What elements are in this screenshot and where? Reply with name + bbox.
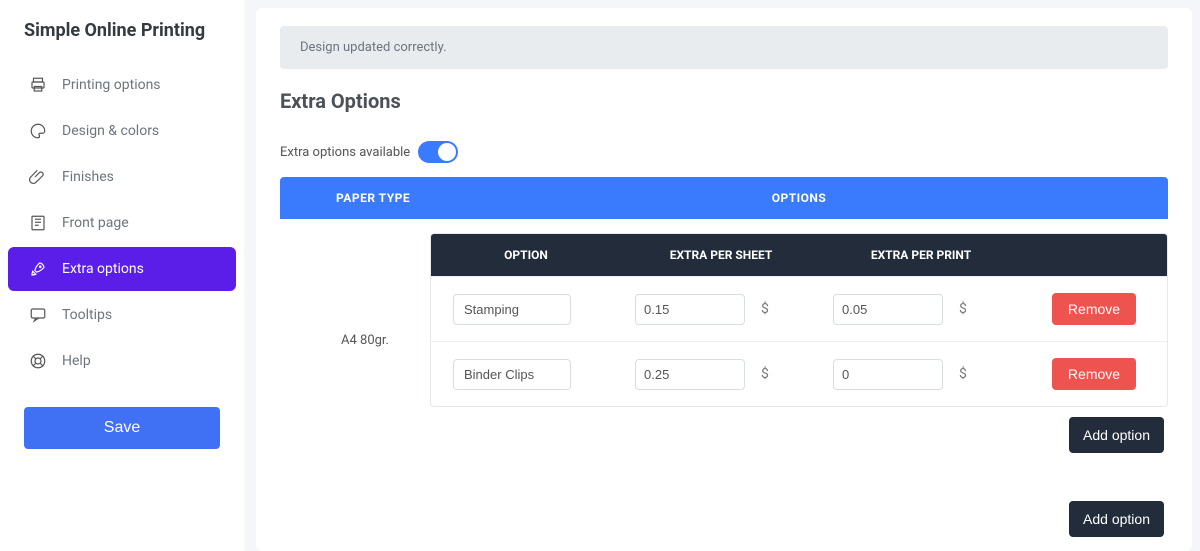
sidebar-item-label: Extra options <box>62 261 144 277</box>
currency-symbol: $ <box>761 366 769 382</box>
option-name-input[interactable] <box>453 294 571 325</box>
page-title: Extra Options <box>280 89 1168 113</box>
header-paper-type: PAPER TYPE <box>280 191 430 205</box>
sidebar-item-extra-options[interactable]: Extra options <box>8 247 236 291</box>
sidebar-item-front-page[interactable]: Front page <box>8 201 236 245</box>
sidebar-item-design-colors[interactable]: Design & colors <box>8 109 236 153</box>
sidebar-item-printing-options[interactable]: Printing options <box>8 63 236 107</box>
sidebar: Simple Online Printing Printing options … <box>0 0 244 551</box>
table-row: $ $ Remove <box>431 276 1167 341</box>
sidebar-item-label: Printing options <box>62 77 161 93</box>
save-button[interactable]: Save <box>24 407 220 449</box>
remove-button[interactable]: Remove <box>1052 358 1136 390</box>
paperclip-icon <box>28 167 48 187</box>
sidebar-item-label: Help <box>62 353 91 369</box>
status-alert: Design updated correctly. <box>280 26 1168 69</box>
chat-icon <box>28 305 48 325</box>
header-extra-per-sheet: EXTRA PER SHEET <box>621 248 821 262</box>
currency-symbol: $ <box>959 366 967 382</box>
option-name-input[interactable] <box>453 359 571 390</box>
header-option: OPTION <box>431 248 621 262</box>
brand-title: Simple Online Printing <box>0 20 244 55</box>
help-icon <box>28 351 48 371</box>
currency-symbol: $ <box>761 301 769 317</box>
printer-icon <box>28 75 48 95</box>
inner-table-header: OPTION EXTRA PER SHEET EXTRA PER PRINT <box>431 234 1167 276</box>
sidebar-item-finishes[interactable]: Finishes <box>8 155 236 199</box>
main-panel: Design updated correctly. Extra Options … <box>256 8 1192 551</box>
outer-table-header: PAPER TYPE OPTIONS <box>280 177 1168 219</box>
per-sheet-input[interactable] <box>635 294 745 325</box>
sidebar-item-label: Tooltips <box>62 307 112 323</box>
currency-symbol: $ <box>959 301 967 317</box>
options-table: OPTION EXTRA PER SHEET EXTRA PER PRINT $ <box>430 233 1168 407</box>
sidebar-item-label: Design & colors <box>62 123 159 139</box>
per-print-input[interactable] <box>833 359 943 390</box>
add-option-button[interactable]: Add option <box>1069 417 1164 453</box>
toggle-row: Extra options available <box>280 141 1168 163</box>
sidebar-item-help[interactable]: Help <box>8 339 236 383</box>
sidebar-item-tooltips[interactable]: Tooltips <box>8 293 236 337</box>
sidebar-item-label: Finishes <box>62 169 114 185</box>
extra-options-toggle[interactable] <box>418 141 458 163</box>
add-option-button-global[interactable]: Add option <box>1069 501 1164 537</box>
nav-list: Printing options Design & colors Finishe… <box>0 55 244 391</box>
paper-type-cell: A4 80gr. <box>280 219 430 461</box>
remove-button[interactable]: Remove <box>1052 293 1136 325</box>
per-sheet-input[interactable] <box>635 359 745 390</box>
per-print-input[interactable] <box>833 294 943 325</box>
toggle-label: Extra options available <box>280 145 410 160</box>
palette-icon <box>28 121 48 141</box>
rocket-icon <box>28 259 48 279</box>
header-extra-per-print: EXTRA PER PRINT <box>821 248 1021 262</box>
page-icon <box>28 213 48 233</box>
header-options: OPTIONS <box>430 191 1168 205</box>
sidebar-item-label: Front page <box>62 215 129 231</box>
table-row: $ $ Remove <box>431 341 1167 406</box>
